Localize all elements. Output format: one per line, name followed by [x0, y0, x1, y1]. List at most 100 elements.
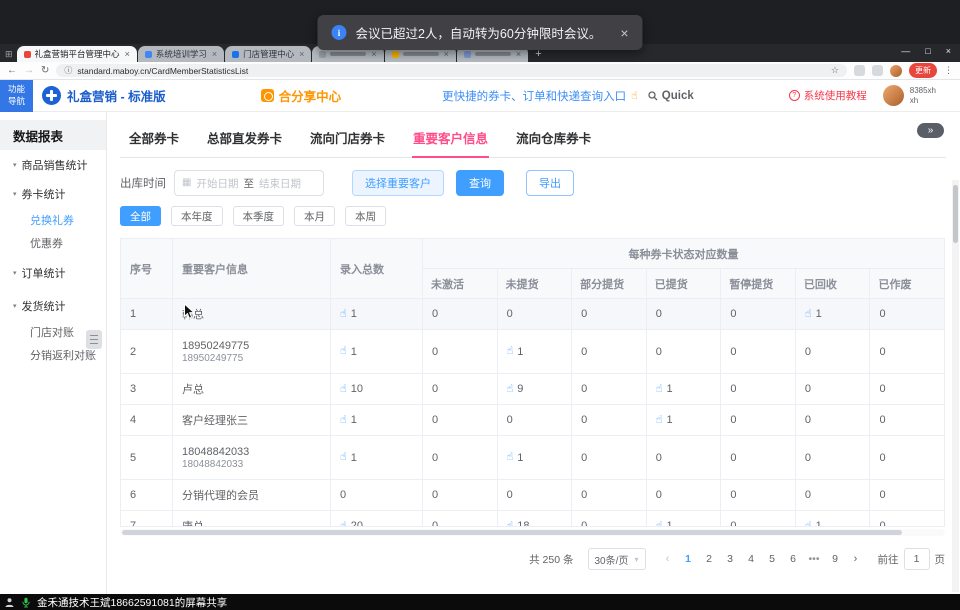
- prev-page-button[interactable]: ‹: [660, 553, 676, 565]
- horizontal-scrollbar[interactable]: [120, 529, 945, 536]
- hand-count-icon[interactable]: ☝: [507, 452, 514, 463]
- tab-close-icon[interactable]: ×: [125, 49, 130, 59]
- chip-this-month[interactable]: 本月: [294, 206, 335, 226]
- page-number[interactable]: 1: [680, 553, 697, 565]
- scrollbar-thumb[interactable]: [953, 185, 958, 243]
- update-button[interactable]: 更新: [909, 63, 937, 78]
- sidebar-item-order-stats[interactable]: ▾ 订单统计: [0, 258, 106, 287]
- hand-count-icon[interactable]: ☝: [340, 452, 347, 463]
- cell-value: 0: [656, 452, 662, 464]
- tab-close-icon[interactable]: ×: [516, 49, 521, 59]
- reload-icon[interactable]: ↻: [41, 66, 49, 76]
- page-number[interactable]: 4: [743, 553, 760, 565]
- next-page-button[interactable]: ›: [848, 553, 864, 565]
- search-button[interactable]: 查询: [456, 170, 504, 196]
- extension-icon[interactable]: [872, 65, 883, 76]
- sidebar-drag-handle[interactable]: [86, 330, 102, 349]
- export-button[interactable]: 导出: [526, 170, 574, 196]
- chip-this-year[interactable]: 本年度: [171, 206, 223, 226]
- table-row[interactable]: 51804884203318048842033☝10☝100000: [121, 436, 944, 480]
- collapse-panel-button[interactable]: »: [917, 123, 944, 138]
- table-row[interactable]: 6分销代理的会员00000000: [121, 480, 944, 511]
- minimize-icon[interactable]: —: [901, 47, 910, 56]
- hand-count-icon[interactable]: ☝: [656, 415, 663, 426]
- user-avatar[interactable]: [883, 85, 904, 106]
- cell-value: 1: [517, 452, 523, 464]
- hand-count-icon[interactable]: ☝: [340, 346, 347, 357]
- tab-close-icon[interactable]: ×: [444, 49, 449, 59]
- bookmark-star-icon[interactable]: ☆: [831, 65, 839, 76]
- tab-close-icon[interactable]: ×: [212, 49, 217, 59]
- table-row[interactable]: 4客户经理张三☝1000☝1000: [121, 405, 944, 436]
- cell-value: 0: [805, 452, 811, 464]
- hand-count-icon[interactable]: ☝: [340, 309, 347, 320]
- cell-value: 0: [805, 346, 811, 358]
- scrollbar-thumb[interactable]: [122, 530, 902, 535]
- hand-count-icon[interactable]: ☝: [507, 346, 514, 357]
- hand-count-icon[interactable]: ☝: [656, 384, 663, 395]
- profile-avatar[interactable]: [890, 65, 902, 77]
- toast-close-icon[interactable]: ×: [620, 26, 628, 40]
- tab-hq-direct-cards[interactable]: 总部直发券卡: [206, 124, 283, 157]
- quick-search-button[interactable]: Quick: [648, 90, 694, 102]
- goto-page-input[interactable]: 1: [904, 548, 930, 570]
- hand-count-icon[interactable]: ☝: [340, 521, 347, 527]
- tab-store-flow-cards[interactable]: 流向门店券卡: [309, 124, 386, 157]
- table-row[interactable]: 3卢总☝100☝90☝1000: [121, 374, 944, 405]
- page-number[interactable]: 3: [722, 553, 739, 565]
- page-number[interactable]: 5: [764, 553, 781, 565]
- chip-all[interactable]: 全部: [120, 206, 161, 226]
- date-range-input[interactable]: ▦ 开始日期 至 结束日期: [174, 170, 324, 196]
- hand-count-icon[interactable]: ☝: [656, 521, 663, 527]
- table-row[interactable]: 7唐总☝200☝180☝10☝10: [121, 511, 944, 526]
- menu-kebab-icon[interactable]: ⋮: [944, 65, 953, 76]
- sidebar-item-card-stats[interactable]: ▾ 券卡统计: [0, 179, 106, 208]
- tutorial-link[interactable]: ? 系统使用教程: [789, 88, 867, 103]
- tab-all-cards[interactable]: 全部券卡: [128, 124, 180, 157]
- hand-count-icon[interactable]: ☝: [507, 521, 514, 527]
- browser-tab[interactable]: 门店管理中心 ×: [225, 46, 311, 62]
- forward-icon[interactable]: →: [24, 66, 34, 76]
- hand-count-icon[interactable]: ☝: [805, 309, 812, 320]
- page-size-select[interactable]: 30条/页 ▾: [588, 548, 646, 570]
- tab-groups-icon[interactable]: ⊞: [5, 49, 13, 60]
- sidebar-item-shipping-stats[interactable]: ▾ 发货统计: [0, 291, 106, 320]
- maximize-icon[interactable]: □: [925, 47, 930, 56]
- page-number[interactable]: 2: [701, 553, 718, 565]
- tab-warehouse-flow-cards[interactable]: 流向仓库券卡: [515, 124, 592, 157]
- extension-icon[interactable]: [854, 65, 865, 76]
- browser-tab-active[interactable]: 礼盒营销平台管理中心 ×: [17, 46, 137, 62]
- sidebar-item-exchange-coupon[interactable]: 兑换礼券: [0, 208, 106, 231]
- cell-status: 0: [498, 299, 573, 329]
- tab-close-icon[interactable]: ×: [299, 49, 304, 59]
- page-number[interactable]: 9: [827, 553, 844, 565]
- quick-entry-link[interactable]: 更快捷的券卡、订单和快递查询入口: [442, 88, 626, 104]
- back-icon[interactable]: ←: [7, 66, 17, 76]
- tab-important-customers[interactable]: 重要客户信息: [412, 124, 489, 158]
- meeting-toast: i 会议已超过2人，自动转为60分钟限时会议。 ×: [317, 15, 642, 50]
- close-icon[interactable]: ×: [946, 47, 951, 56]
- sidebar-item-discount-coupon[interactable]: 优惠券: [0, 231, 106, 254]
- tab-close-icon[interactable]: ×: [371, 49, 376, 59]
- chip-this-week[interactable]: 本周: [345, 206, 386, 226]
- table-row[interactable]: 21895024977518950249775☝10☝100000: [121, 330, 944, 374]
- site-info-icon[interactable]: ⓘ: [64, 65, 72, 76]
- nav-toggle-button[interactable]: 功能 导航: [0, 80, 33, 112]
- sidebar-item-product-sales[interactable]: ▾ 商品销售统计: [0, 150, 106, 179]
- cell-total: ☝1: [331, 436, 423, 479]
- cell-value: 0: [432, 452, 438, 464]
- hand-count-icon[interactable]: ☝: [340, 415, 347, 426]
- vertical-scrollbar[interactable]: [952, 180, 959, 592]
- address-bar[interactable]: ⓘ standard.maboy.cn/CardMemberStatistics…: [56, 64, 847, 77]
- chip-this-quarter[interactable]: 本季度: [233, 206, 285, 226]
- cell-status: ☝1: [647, 405, 722, 435]
- share-center-link[interactable]: 合分享中心: [261, 86, 342, 105]
- select-customer-button[interactable]: 选择重要客户: [352, 170, 444, 196]
- hand-count-icon[interactable]: ☝: [805, 521, 812, 527]
- table-row[interactable]: 1韩总☝100000☝10: [121, 299, 944, 330]
- page-ellipsis[interactable]: •••: [806, 553, 823, 565]
- browser-tab[interactable]: 系统培训学习 ×: [138, 46, 224, 62]
- hand-count-icon[interactable]: ☝: [507, 384, 514, 395]
- hand-count-icon[interactable]: ☝: [340, 384, 347, 395]
- page-number[interactable]: 6: [785, 553, 802, 565]
